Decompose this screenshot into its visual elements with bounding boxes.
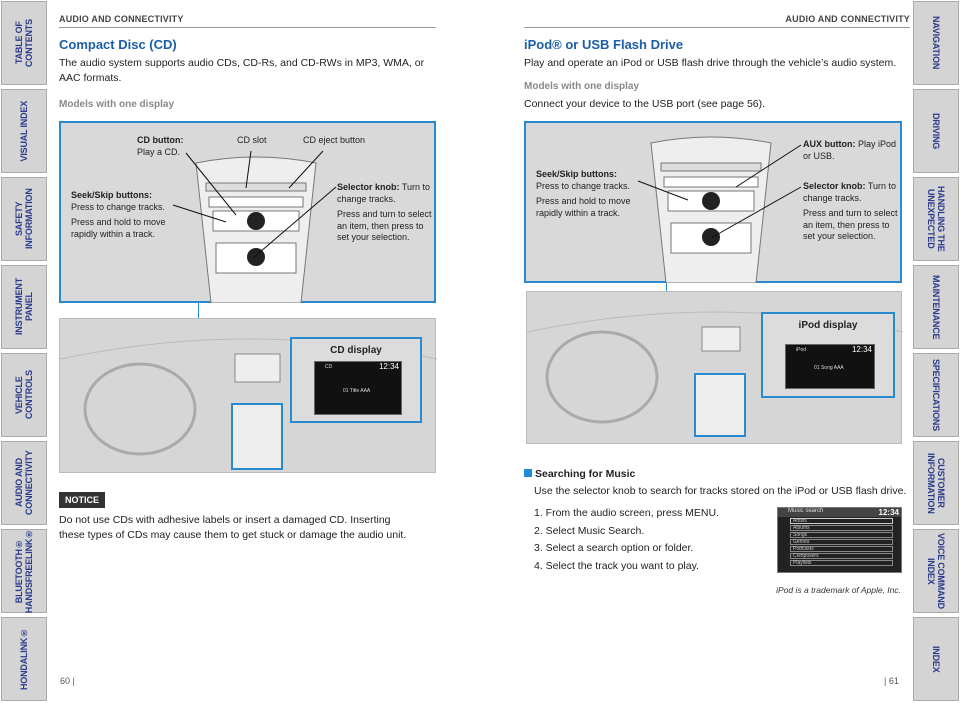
ipod-display-callout: iPod display iPod 12:34 01 Song AAA xyxy=(761,312,895,398)
menu-item[interactable]: Songs xyxy=(790,532,893,538)
dashboard-illustration: iPod display iPod 12:34 01 Song AAA xyxy=(526,291,903,444)
page-header-right: AUDIO AND CONNECTIVITY xyxy=(785,14,910,24)
notice-badge: NOTICE xyxy=(59,492,106,508)
tab-navigation[interactable]: NAVIGATION xyxy=(913,1,959,85)
subheading-right: Models with one display xyxy=(524,81,640,92)
cd-controls-diagram: CD button: Play a CD. CD slot CD eject bu… xyxy=(59,121,436,303)
dashboard-illustration: CD display CD 12:34 01 Title AAA xyxy=(59,318,437,473)
music-search-header: Music search 12:34 xyxy=(778,508,901,517)
section-intro: Use the selector knob to search for trac… xyxy=(534,485,907,497)
menu-item[interactable]: Podcasts xyxy=(790,546,893,552)
screen-track: 01 Song AAA xyxy=(814,365,844,371)
menu-item[interactable]: Playlists xyxy=(790,560,893,566)
tab-voice-command-index[interactable]: VOICE COMMAND INDEX xyxy=(913,529,959,613)
ipod-screen: iPod 12:34 01 Song AAA xyxy=(785,344,875,389)
cd-display-callout: CD display CD 12:34 01 Title AAA xyxy=(290,337,422,423)
intro-text: The audio system supports audio CDs, CD-… xyxy=(59,57,425,84)
step: 3. Select a search option or folder. xyxy=(534,542,694,554)
tab-bluetooth-handsfreelink[interactable]: BLUETOOTH® HANDSFREELINK® xyxy=(1,529,47,613)
trademark-note: iPod is a trademark of Apple, Inc. xyxy=(776,585,901,595)
tab-maintenance[interactable]: MAINTENANCE xyxy=(913,265,959,349)
section-heading: Searching for Music xyxy=(524,468,635,480)
menu-item[interactable]: Artists xyxy=(790,518,893,524)
cd-slot-callout: CD slot xyxy=(237,135,267,145)
intro-text-right: Play and operate an iPod or USB flash dr… xyxy=(524,57,897,69)
steps-list: 1. From the audio screen, press MENU. 2.… xyxy=(534,505,719,575)
display-label: iPod display xyxy=(798,320,858,331)
notice-text: Do not use CDs with adhesive labels or i… xyxy=(59,514,407,541)
page-title: Compact Disc (CD) xyxy=(59,37,177,52)
music-search-screen: Music search 12:34 Artists Albums Songs G… xyxy=(777,507,902,573)
cd-screen: CD 12:34 01 Title AAA xyxy=(314,361,402,415)
tab-handling-unexpected[interactable]: HANDLING THE UNEXPECTED xyxy=(913,177,959,261)
header-divider xyxy=(59,27,436,28)
ipod-controls-diagram: AUX button: Play iPod or USB. Seek/Skip … xyxy=(524,121,902,283)
step: 2. Select Music Search. xyxy=(534,524,645,537)
screen-track: 01 Title AAA xyxy=(343,388,371,394)
cd-button-callout: CD button: Play a CD. xyxy=(137,135,184,157)
seek-skip-callout: Seek/Skip buttons: Press to change track… xyxy=(71,190,166,239)
connect-text: Connect your device to the USB port (see… xyxy=(524,98,766,110)
tab-visual-index[interactable]: VISUAL INDEX xyxy=(1,89,47,173)
menu-item[interactable]: Composers xyxy=(790,553,893,559)
step: 1. From the audio screen, press MENU. xyxy=(534,507,719,519)
aux-button-callout: AUX button: Play iPod or USB. xyxy=(803,139,897,161)
screen-source: iPod xyxy=(796,347,807,353)
tab-audio-connectivity[interactable]: AUDIO AND CONNECTIVITY xyxy=(1,441,47,525)
tab-instrument-panel[interactable]: INSTRUMENT PANEL xyxy=(1,265,47,349)
screen-time: 12:34 xyxy=(851,345,872,354)
menu-item[interactable]: Genres xyxy=(790,539,893,545)
subheading: Models with one display xyxy=(59,99,175,110)
square-bullet-icon xyxy=(524,469,532,477)
step: 4. Select the track you want to play. xyxy=(534,559,699,572)
tab-hondalink[interactable]: HONDALINK® xyxy=(1,617,47,701)
tab-table-of-contents[interactable]: TABLE OF CONTENTS xyxy=(1,1,47,85)
tab-driving[interactable]: DRIVING xyxy=(913,89,959,173)
menu-item[interactable]: Albums xyxy=(790,525,893,531)
cd-eject-callout: CD eject button xyxy=(303,135,366,145)
tab-safety-information[interactable]: SAFETY INFORMATION xyxy=(1,177,47,261)
page-title-right: iPod® or USB Flash Drive xyxy=(524,37,684,52)
tab-specifications[interactable]: SPECIFICATIONS xyxy=(913,353,959,437)
display-label: CD display xyxy=(330,345,382,356)
selector-knob-callout: Selector knob: Turn to change tracks. Pre… xyxy=(803,181,898,241)
screen-time: 12:34 xyxy=(378,362,399,371)
page-number-right: | 61 xyxy=(884,676,899,686)
page-header: AUDIO AND CONNECTIVITY xyxy=(59,14,184,24)
seek-skip-callout: Seek/Skip buttons: Press to change track… xyxy=(536,169,631,218)
tab-vehicle-controls[interactable]: VEHICLE CONTROLS xyxy=(1,353,47,437)
selector-knob-callout: Selector knob: Turn to change tracks. Pre… xyxy=(337,182,432,242)
tab-index[interactable]: INDEX xyxy=(913,617,959,701)
header-divider-right xyxy=(524,27,910,28)
page-number-left: 60 | xyxy=(60,676,75,686)
screen-source: CD xyxy=(325,364,333,370)
tab-customer-information[interactable]: CUSTOMER INFORMATION xyxy=(913,441,959,525)
